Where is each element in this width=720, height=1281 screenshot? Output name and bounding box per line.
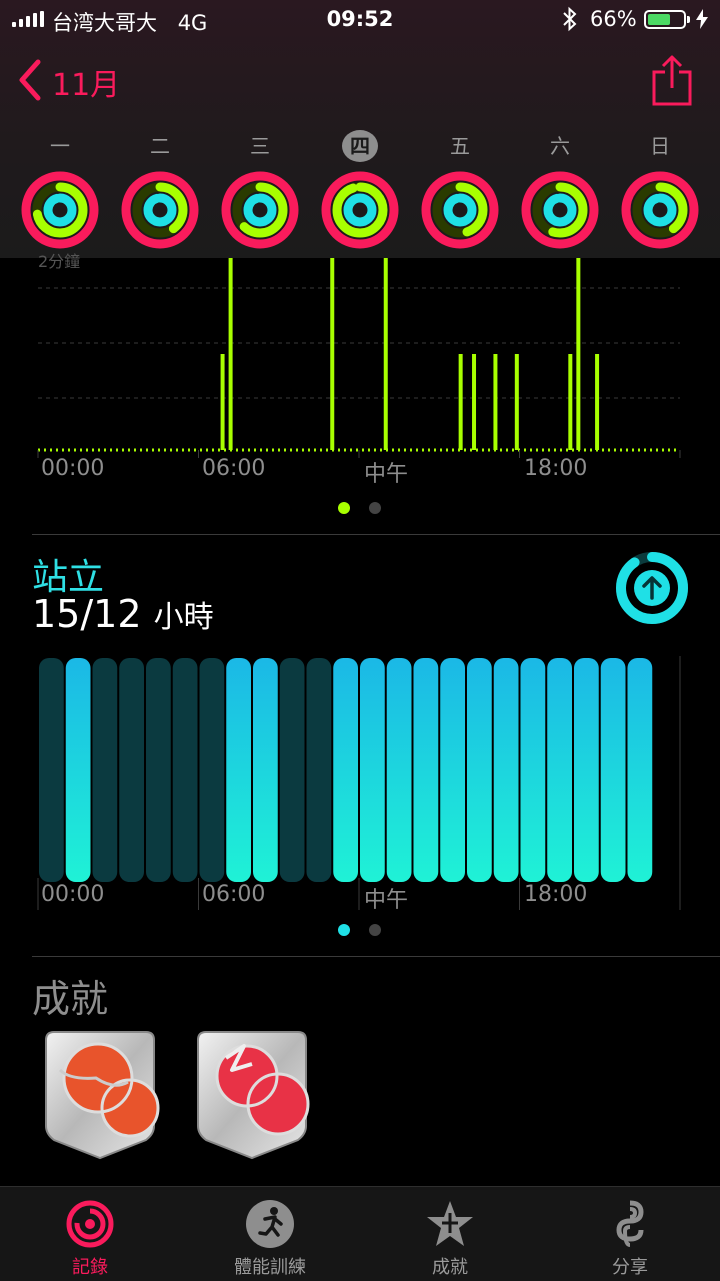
page-dot[interactable] (338, 502, 350, 514)
x-tick-label: 00:00 (41, 456, 105, 481)
exercise-bar (493, 354, 498, 450)
stand-hour-bar (413, 658, 439, 882)
stand-chart (37, 656, 681, 910)
stand-hour-bar (172, 658, 198, 882)
status-bar: 台湾大哥大 4G 09:52 66% (0, 0, 720, 40)
workout-runner-icon (246, 1200, 294, 1248)
stand-hour-bar (520, 658, 546, 882)
exercise-bar (514, 354, 519, 450)
achievement-badge-icon[interactable] (192, 1030, 312, 1160)
tab-history[interactable]: 記錄 (0, 1187, 180, 1281)
divider (32, 534, 720, 535)
stand-hour-bar (39, 658, 64, 882)
stand-unit: 小時 (153, 600, 214, 635)
stand-hour-bar (547, 658, 572, 882)
activity-rings-icon[interactable] (420, 170, 500, 250)
x-tick-label: 06:00 (202, 882, 266, 907)
sharing-icon (616, 1200, 644, 1247)
activity-rings-icon (66, 1200, 114, 1248)
exercise-bar (228, 258, 233, 450)
bluetooth-icon (563, 6, 577, 32)
exercise-bar (330, 258, 335, 450)
stand-hour-bar (574, 658, 599, 882)
stand-hour-bar (360, 658, 385, 882)
exercise-bar (568, 354, 573, 450)
activity-rings-icon[interactable] (620, 170, 700, 250)
page-dot[interactable] (369, 502, 381, 514)
tab-workouts[interactable]: 體能訓練 (180, 1187, 360, 1281)
activity-rings-icon[interactable] (20, 170, 100, 250)
battery-icon (644, 10, 690, 29)
weekday-label[interactable]: 日 (642, 130, 678, 162)
x-tick-label: 00:00 (41, 882, 105, 907)
x-tick-label: 18:00 (524, 882, 588, 907)
stand-hour-bar (279, 658, 305, 882)
weekday-label[interactable]: 三 (242, 130, 278, 162)
activity-rings-icon[interactable] (120, 170, 200, 250)
stand-hour-bar (386, 658, 412, 882)
stand-hour-bar (92, 658, 118, 882)
weekday-label[interactable]: 五 (442, 130, 478, 162)
x-tick-label: 中午 (364, 888, 409, 913)
chevron-left-icon[interactable] (16, 58, 44, 102)
tab-bar: 記錄 體能訓練 成就 分享 (0, 1186, 720, 1281)
tab-awards[interactable]: 成就 (360, 1187, 540, 1281)
tab-label: 成就 (432, 1257, 468, 1278)
stand-hour-bar (493, 658, 519, 882)
weekday-label[interactable]: 一 (42, 130, 78, 162)
tab-label: 體能訓練 (234, 1257, 306, 1278)
stand-hour-bar (306, 658, 332, 882)
stand-hour-bar (226, 658, 251, 882)
exercise-bar (220, 354, 225, 450)
exercise-bar (595, 354, 600, 450)
activity-rings-icon[interactable] (520, 170, 600, 250)
stand-hour-bar (627, 658, 653, 882)
exercise-bar (383, 258, 388, 450)
weekday-label[interactable]: 四 (342, 130, 378, 162)
exercise-bar (458, 354, 463, 450)
activity-rings-icon[interactable] (320, 170, 400, 250)
tab-sharing[interactable]: 分享 (540, 1187, 720, 1281)
x-tick-label: 中午 (364, 462, 409, 487)
page-dot[interactable] (338, 924, 350, 936)
achievements-title: 成就 (32, 977, 109, 1021)
stand-arrow-up-icon[interactable] (614, 550, 690, 626)
back-month-button[interactable]: 11月 (52, 60, 120, 104)
exercise-bar (472, 354, 477, 450)
tab-label: 分享 (612, 1257, 648, 1278)
achievement-star-icon (427, 1201, 473, 1246)
charging-icon (696, 9, 708, 29)
page-dot[interactable] (369, 924, 381, 936)
stand-hour-bar (253, 658, 278, 882)
exercise-chart (37, 258, 681, 458)
stand-hour-bar (199, 658, 225, 882)
stand-hour-bar (600, 658, 626, 882)
weekday-label[interactable]: 二 (142, 130, 178, 162)
stand-hour-bar (333, 658, 358, 882)
stand-value: 15/12 小時 (32, 592, 214, 636)
x-tick-label: 18:00 (524, 456, 588, 481)
exercise-bar (576, 258, 581, 450)
achievement-badge-icon[interactable] (40, 1030, 160, 1160)
weekday-label[interactable]: 六 (542, 130, 578, 162)
stand-hour-bar (440, 658, 465, 882)
stand-hour-bar (65, 658, 91, 882)
activity-rings-icon[interactable] (220, 170, 300, 250)
divider (32, 956, 720, 957)
header: 台湾大哥大 4G 09:52 66% 11月 一 二 三 四 五 六 日 (0, 0, 720, 258)
x-tick-label: 06:00 (202, 456, 266, 481)
tab-label: 記錄 (72, 1257, 108, 1278)
stand-hour-bar (467, 658, 492, 882)
share-icon[interactable] (652, 54, 692, 106)
battery-percent: 66% (590, 7, 637, 31)
stand-hours: 15/12 (32, 592, 142, 636)
stand-hour-bar (119, 658, 144, 882)
stand-hour-bar (146, 658, 171, 882)
